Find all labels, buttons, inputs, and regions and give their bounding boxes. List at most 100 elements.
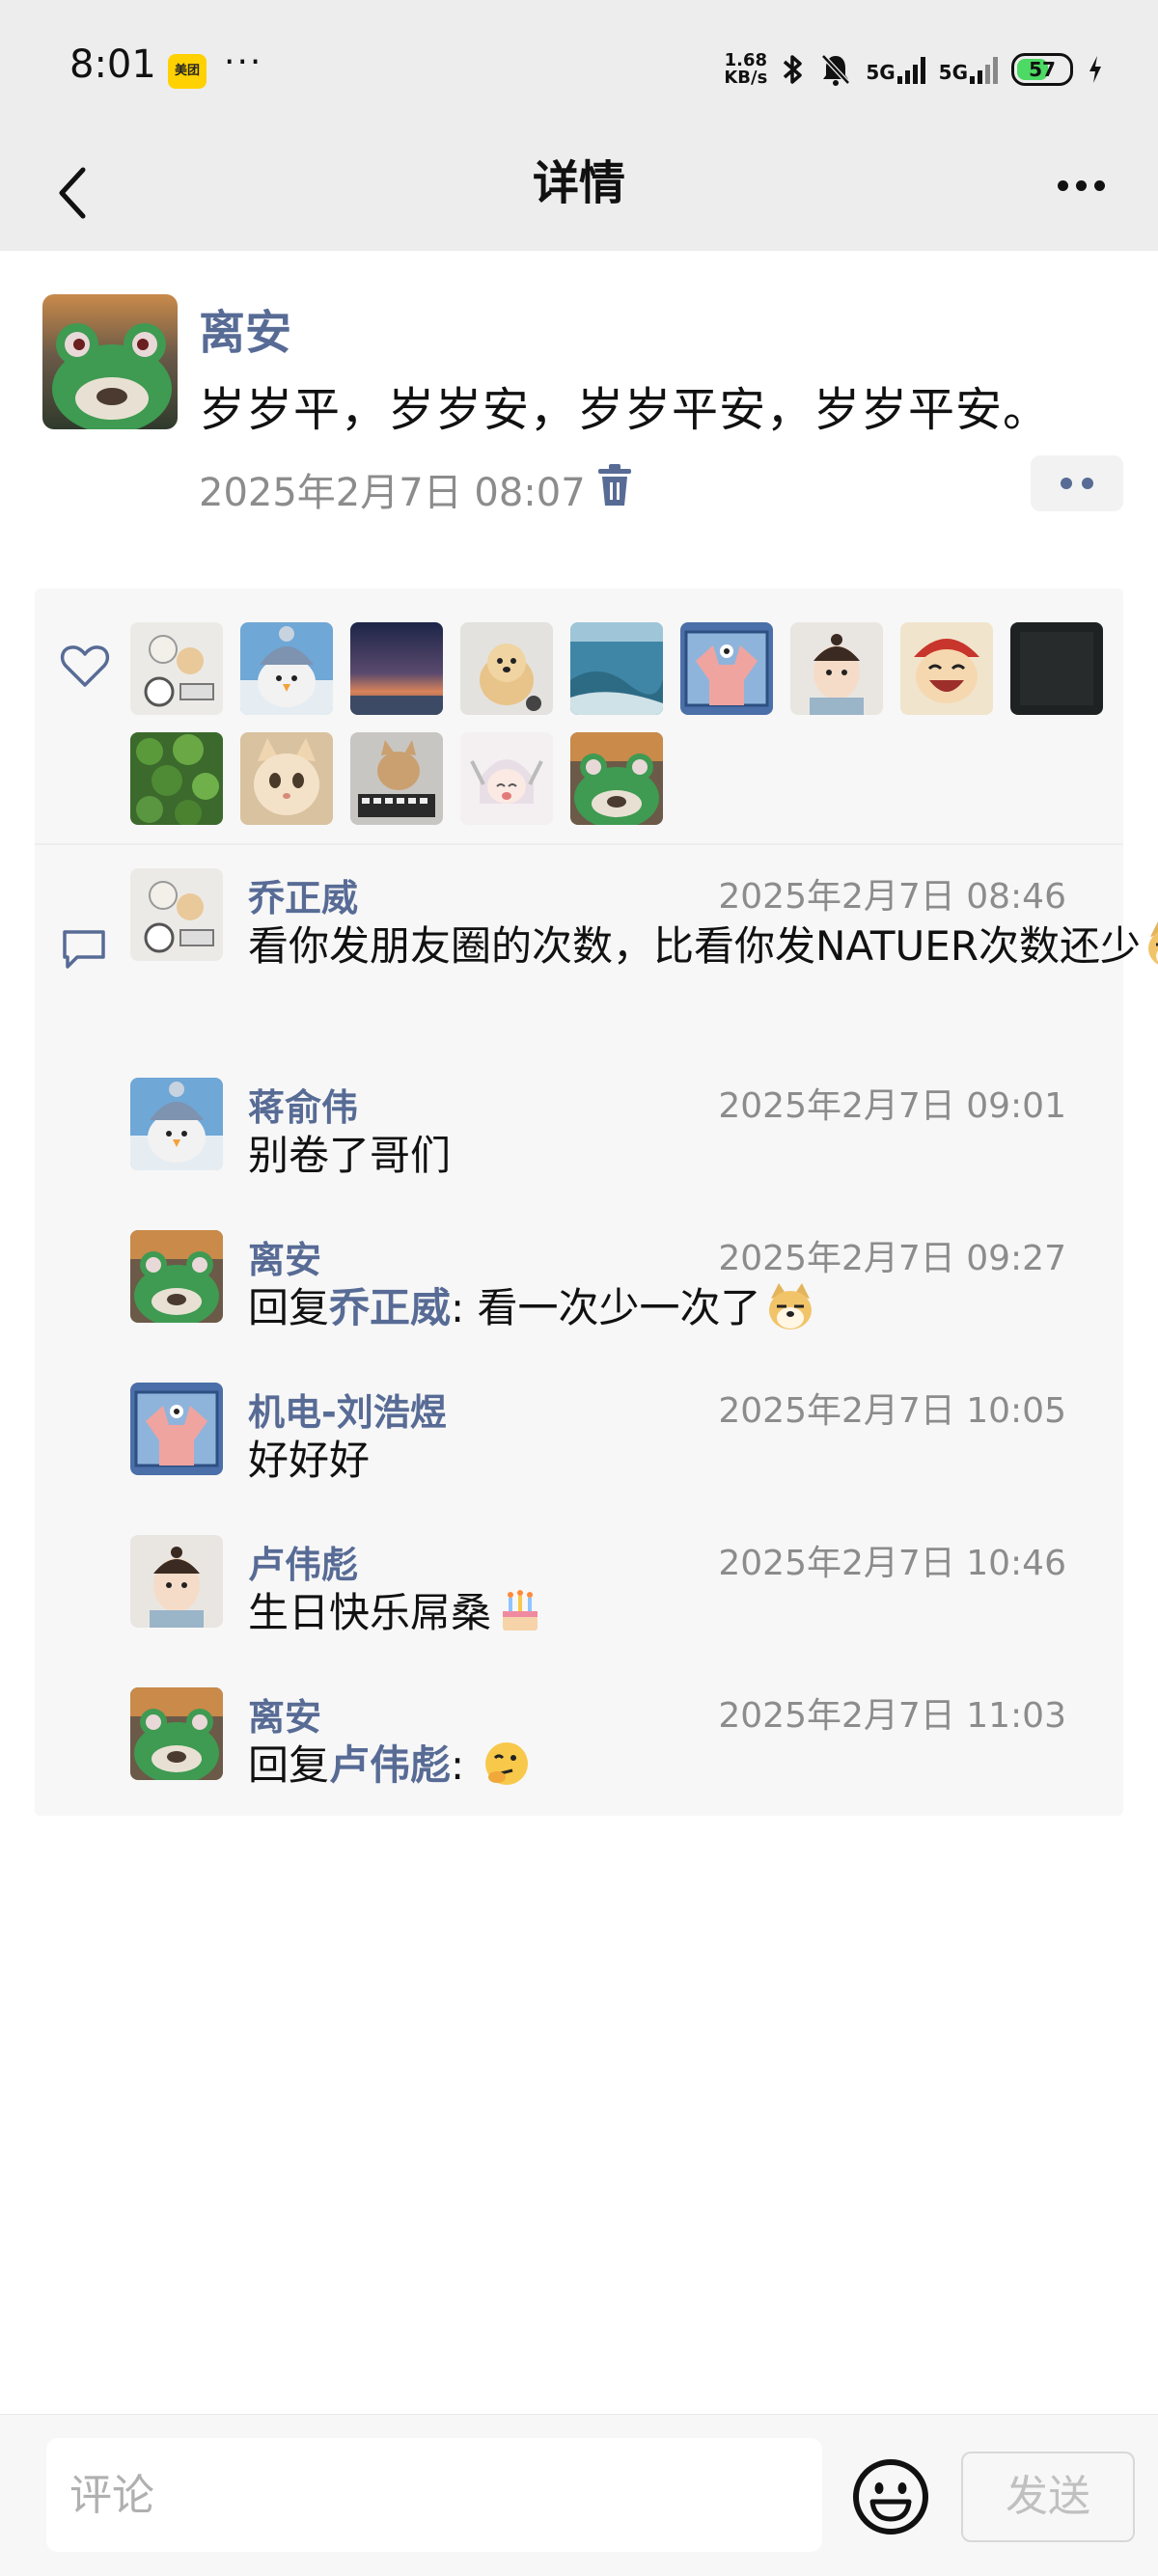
comment-body: : 看一次少一次了 bbox=[451, 1284, 761, 1331]
status-time: 8:01 bbox=[69, 42, 156, 87]
thinking-emoji-icon bbox=[484, 1742, 528, 1785]
comment-time: 2025年2月7日 11:03 bbox=[718, 1696, 1066, 1736]
like-avatar-baby-photo[interactable] bbox=[790, 622, 883, 715]
like-avatar-frog[interactable] bbox=[570, 732, 663, 825]
comment-input-wrapper bbox=[46, 2438, 822, 2552]
dot-icon bbox=[1093, 179, 1105, 191]
more-options-button[interactable] bbox=[1042, 156, 1119, 214]
comment-avatar[interactable] bbox=[130, 1535, 223, 1628]
comment-avatar[interactable] bbox=[130, 1230, 223, 1323]
comment-time: 2025年2月7日 09:27 bbox=[718, 1239, 1066, 1278]
comment-avatar[interactable] bbox=[130, 1078, 223, 1170]
comment-item[interactable]: 机电-刘浩煜 2025年2月7日 10:05 好好好 bbox=[130, 1383, 1095, 1489]
comment-text: 看你发朋友圈的次数，比看你发NATUER次数还少 bbox=[248, 918, 1158, 974]
divider bbox=[35, 843, 1123, 845]
comment-icon bbox=[63, 930, 105, 969]
comment-author[interactable]: 机电-刘浩煜 bbox=[248, 1383, 447, 1436]
comment-text: 回复乔正威: 看一次少一次了 bbox=[248, 1280, 1158, 1336]
like-avatar-kitten[interactable] bbox=[240, 732, 333, 825]
emoji-picker-icon[interactable] bbox=[851, 2457, 930, 2536]
like-avatar-cats-scale[interactable] bbox=[130, 622, 223, 715]
comment-item[interactable]: 乔正威 2025年2月7日 08:46 看你发朋友圈的次数，比看你发NATUER… bbox=[130, 868, 1158, 1032]
chevron-left-icon bbox=[59, 167, 86, 219]
comment-body: 别卷了哥们 bbox=[248, 1132, 452, 1179]
dot-icon bbox=[1082, 478, 1093, 489]
battery-level: 57 bbox=[1029, 58, 1056, 81]
post-text: 岁岁平，岁岁安，岁岁平安，岁岁平安。 bbox=[199, 383, 1051, 437]
comment-item[interactable]: 离安 2025年2月7日 09:27 回复乔正威: 看一次少一次了 bbox=[130, 1230, 1095, 1336]
doge-emoji-icon bbox=[1148, 921, 1158, 965]
status-icons: 1.68 KB/s 5G 5G 57 bbox=[724, 48, 1104, 91]
doge-emoji-icon bbox=[768, 1283, 812, 1329]
comment-input-bar: 发送 bbox=[0, 2414, 1158, 2576]
back-button[interactable] bbox=[35, 156, 108, 230]
notification-more-icon: ··· bbox=[224, 42, 263, 82]
comment-body: 生日快乐屌桑 bbox=[248, 1589, 492, 1636]
reply-target[interactable]: 乔正威 bbox=[329, 1284, 451, 1331]
comment-body: : bbox=[451, 1741, 478, 1789]
status-bar: 8:01 美团 ··· 1.68 KB/s 5G 5G 57 bbox=[0, 0, 1158, 135]
net-speed-unit: KB/s bbox=[724, 68, 768, 88]
dot-icon bbox=[1061, 478, 1072, 489]
comment-author[interactable]: 卢伟彪 bbox=[248, 1535, 358, 1588]
comment-body: 好好好 bbox=[248, 1437, 371, 1484]
like-avatar-sunset-sky[interactable] bbox=[350, 622, 443, 715]
like-avatar-golden-dog[interactable] bbox=[460, 622, 553, 715]
post-author-avatar[interactable] bbox=[42, 294, 178, 429]
comment-author[interactable]: 乔正威 bbox=[248, 868, 358, 921]
net-speed: 1.68 KB/s bbox=[724, 52, 767, 87]
cake-emoji-icon bbox=[503, 1590, 538, 1631]
send-button[interactable]: 发送 bbox=[961, 2452, 1135, 2542]
mute-bell-icon bbox=[821, 54, 851, 86]
reply-target[interactable]: 卢伟彪 bbox=[329, 1741, 451, 1789]
comment-avatar[interactable] bbox=[130, 1383, 223, 1475]
signal-5g-1: 5G bbox=[866, 55, 925, 84]
comment-item[interactable]: 卢伟彪 2025年2月7日 10:46 生日快乐屌桑 bbox=[130, 1535, 1095, 1641]
post-time: 2025年2月7日 08:07 bbox=[199, 471, 586, 515]
like-avatar-anime-girl[interactable] bbox=[460, 732, 553, 825]
comment-author[interactable]: 离安 bbox=[248, 1687, 321, 1740]
page-title: 详情 bbox=[532, 156, 625, 210]
comment-text: 生日快乐屌桑 bbox=[248, 1585, 1158, 1641]
like-avatar-cat-keyboard[interactable] bbox=[350, 732, 443, 825]
comment-time: 2025年2月7日 10:46 bbox=[718, 1544, 1066, 1583]
comment-text: 好好好 bbox=[248, 1433, 1158, 1489]
heart-icon bbox=[60, 645, 110, 687]
comment-text: 回复卢伟彪: bbox=[248, 1738, 1158, 1794]
comment-text: 别卷了哥们 bbox=[248, 1128, 1158, 1184]
nav-bar: 详情 bbox=[0, 135, 1158, 251]
like-comment-menu-button[interactable] bbox=[1031, 455, 1123, 511]
signal-label: 5G bbox=[938, 61, 968, 84]
reply-prefix: 回复 bbox=[248, 1284, 330, 1331]
like-avatar-dark[interactable] bbox=[1010, 622, 1103, 715]
like-avatar-cartoon-laugh[interactable] bbox=[900, 622, 993, 715]
battery-icon: 57 bbox=[1011, 53, 1073, 86]
like-avatar-patrick-star[interactable] bbox=[680, 622, 773, 715]
dot-icon bbox=[1057, 179, 1068, 191]
dot-icon bbox=[1075, 179, 1087, 191]
signal-bars-icon bbox=[896, 55, 925, 84]
like-avatar-sea-coast[interactable] bbox=[570, 622, 663, 715]
meituan-app-icon: 美团 bbox=[168, 54, 207, 89]
comment-input[interactable] bbox=[46, 2438, 822, 2552]
reply-prefix: 回复 bbox=[248, 1741, 330, 1789]
trash-icon[interactable] bbox=[594, 463, 635, 507]
like-avatar-penguin-hat[interactable] bbox=[240, 622, 333, 715]
comment-item[interactable]: 蒋俞伟 2025年2月7日 09:01 别卷了哥们 bbox=[130, 1078, 1095, 1184]
comment-time: 2025年2月7日 10:05 bbox=[718, 1391, 1066, 1431]
comment-time: 2025年2月7日 09:01 bbox=[718, 1086, 1066, 1126]
comment-time: 2025年2月7日 08:46 bbox=[718, 877, 1066, 917]
bluetooth-icon bbox=[784, 55, 803, 84]
signal-bars-icon bbox=[970, 55, 998, 84]
comment-author[interactable]: 蒋俞伟 bbox=[248, 1078, 358, 1131]
like-avatar-green-plants[interactable] bbox=[130, 732, 223, 825]
comment-body: 看你发朋友圈的次数，比看你发NATUER次数还少 bbox=[248, 922, 1142, 970]
comment-avatar[interactable] bbox=[130, 868, 223, 961]
signal-label: 5G bbox=[866, 61, 896, 84]
comment-author[interactable]: 离安 bbox=[248, 1230, 321, 1283]
comment-avatar[interactable] bbox=[130, 1687, 223, 1780]
post-author-name[interactable]: 离安 bbox=[199, 294, 291, 362]
charging-icon bbox=[1089, 56, 1101, 83]
signal-5g-2: 5G bbox=[939, 55, 998, 84]
comment-item[interactable]: 离安 2025年2月7日 11:03 回复卢伟彪: bbox=[130, 1687, 1095, 1794]
